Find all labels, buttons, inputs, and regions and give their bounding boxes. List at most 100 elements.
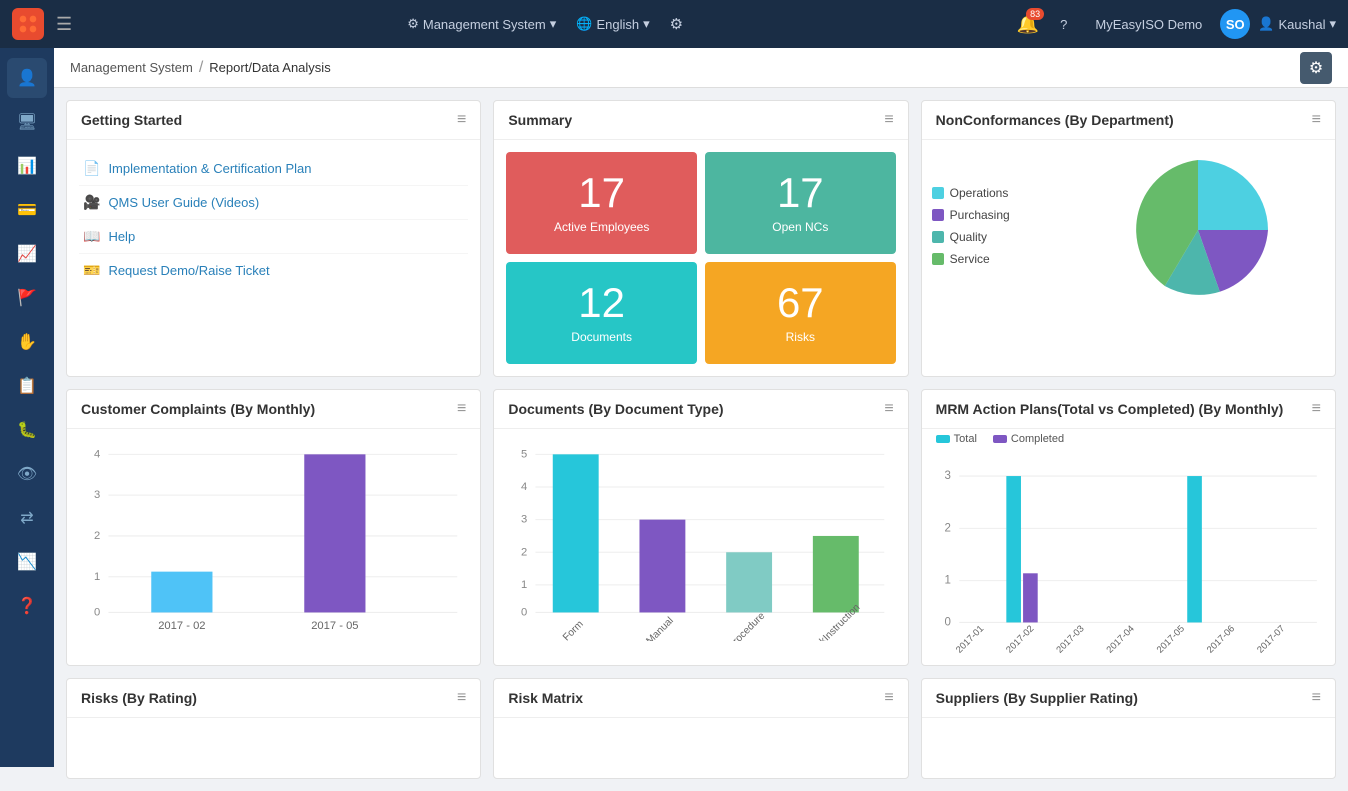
summary-card: Summary ≡ 17 Active Employees 17 Open NC… — [493, 100, 908, 377]
complaints-menu-icon[interactable]: ≡ — [457, 400, 466, 418]
management-system-menu[interactable]: ⚙ Management System ▾ — [397, 16, 566, 32]
network-icon-btn[interactable]: ⚙ — [660, 15, 693, 33]
notifications-button[interactable]: 🔔 83 — [1014, 10, 1042, 38]
svg-text:2017-02: 2017-02 — [1003, 623, 1035, 655]
sidebar-item-trends[interactable]: 📉 — [7, 542, 47, 582]
risk-matrix-body — [494, 718, 907, 778]
nc-pie-chart — [1072, 150, 1325, 310]
sidebar-item-bugs[interactable]: 🐛 — [7, 410, 47, 450]
summary-tile-employees[interactable]: 17 Active Employees — [506, 152, 697, 254]
chevron-down-icon: ▾ — [550, 16, 557, 32]
complaints-chart-svg: 4 3 2 1 0 2017 - 02 2017 - 05 — [75, 437, 472, 641]
nonconformances-menu-icon[interactable]: ≡ — [1312, 111, 1321, 129]
mrm-chart-svg: 3 2 1 0 2017-01 2017-02 2017-03 2017 — [930, 453, 1327, 657]
mrm-title: MRM Action Plans(Total vs Completed) (By… — [936, 401, 1284, 417]
risks-title: Risks (By Rating) — [81, 690, 197, 706]
legend-purchasing: Purchasing — [932, 208, 1062, 222]
summary-body: 17 Active Employees 17 Open NCs 12 Docum… — [494, 140, 907, 376]
globe-icon: 🌐 — [576, 16, 592, 32]
risks-header: Risks (By Rating) ≡ — [67, 679, 480, 718]
sidebar-item-billing[interactable]: 💳 — [7, 190, 47, 230]
summary-tile-risks[interactable]: 67 Risks — [705, 262, 896, 364]
svg-text:0: 0 — [521, 607, 527, 619]
risk-matrix-title: Risk Matrix — [508, 690, 583, 706]
page-settings-button[interactable]: ⚙ — [1300, 52, 1332, 84]
documents-label: Documents — [571, 330, 632, 344]
gs-item-demo[interactable]: 🎫 Request Demo/Raise Ticket — [79, 254, 468, 287]
svg-text:2: 2 — [521, 546, 527, 558]
risks-menu-icon[interactable]: ≡ — [457, 689, 466, 707]
mrm-legend: Total Completed — [922, 429, 1335, 445]
risks-card: Risks (By Rating) ≡ — [66, 678, 481, 779]
top-nav: ☰ ⚙ Management System ▾ 🌐 English ▾ ⚙ 🔔 … — [0, 0, 1348, 48]
svg-text:2: 2 — [944, 522, 950, 534]
employees-count: 17 — [578, 172, 625, 214]
breadcrumb-parent[interactable]: Management System — [70, 60, 193, 75]
sidebar-item-transfer[interactable]: ⇄ — [7, 498, 47, 538]
svg-text:1: 1 — [521, 579, 527, 591]
sidebar-item-profile[interactable]: 👤 — [7, 58, 47, 98]
sidebar-item-flags[interactable]: 🚩 — [7, 278, 47, 318]
app-logo[interactable] — [12, 8, 44, 40]
help-button[interactable]: ? — [1050, 17, 1077, 32]
breadcrumb-current: Report/Data Analysis — [209, 60, 330, 75]
suppliers-header: Suppliers (By Supplier Rating) ≡ — [922, 679, 1335, 718]
legend-total: Total — [936, 433, 977, 445]
pie-svg — [1118, 150, 1278, 310]
sidebar-item-documents[interactable]: 📋 — [7, 366, 47, 406]
svg-text:2017-05: 2017-05 — [1154, 623, 1186, 655]
summary-tile-documents[interactable]: 12 Documents — [506, 262, 697, 364]
nonconformances-title: NonConformances (By Department) — [936, 112, 1174, 128]
video-icon: 🎥 — [83, 194, 100, 211]
legend-service: Service — [932, 252, 1062, 266]
documents-count: 12 — [578, 282, 625, 324]
bar-procedure — [726, 552, 772, 612]
gs-item-help[interactable]: 📖 Help — [79, 220, 468, 254]
complaints-header: Customer Complaints (By Monthly) ≡ — [67, 390, 480, 429]
sidebar-item-visibility[interactable]: 👁 — [7, 454, 47, 494]
language-menu[interactable]: 🌐 English ▾ — [566, 16, 659, 32]
sidebar-item-actions[interactable]: ✋ — [7, 322, 47, 362]
complaints-title: Customer Complaints (By Monthly) — [81, 401, 315, 417]
suppliers-card: Suppliers (By Supplier Rating) ≡ — [921, 678, 1336, 779]
avatar: SO — [1220, 9, 1250, 39]
help-book-icon: 📖 — [83, 228, 100, 245]
menu-icon[interactable]: ☰ — [56, 14, 72, 35]
pie-operations — [1198, 160, 1268, 230]
svg-text:Form: Form — [561, 619, 586, 641]
docs-chart-menu-icon[interactable]: ≡ — [884, 400, 893, 418]
sidebar-item-help[interactable]: ❓ — [7, 586, 47, 626]
ticket-icon: 🎫 — [83, 262, 100, 279]
getting-started-card: Getting Started ≡ 📄 Implementation & Cer… — [66, 100, 481, 377]
suppliers-menu-icon[interactable]: ≡ — [1312, 689, 1321, 707]
document-icon: 📄 — [83, 160, 100, 177]
main-content: Getting Started ≡ 📄 Implementation & Cer… — [54, 88, 1348, 791]
sidebar-item-dashboard[interactable]: 🖥 — [7, 102, 47, 142]
gs-item-videos[interactable]: 🎥 QMS User Guide (Videos) — [79, 186, 468, 220]
mrm-menu-icon[interactable]: ≡ — [1312, 400, 1321, 418]
getting-started-menu-icon[interactable]: ≡ — [457, 111, 466, 129]
bar-form — [553, 454, 599, 612]
sidebar-item-reports[interactable]: 📈 — [7, 234, 47, 274]
nonconformances-card: NonConformances (By Department) ≡ Operat… — [921, 100, 1336, 377]
svg-text:2017-03: 2017-03 — [1053, 623, 1085, 655]
svg-text:4: 4 — [94, 448, 100, 460]
risk-matrix-menu-icon[interactable]: ≡ — [884, 689, 893, 707]
summary-menu-icon[interactable]: ≡ — [884, 111, 893, 129]
summary-tile-openncs[interactable]: 17 Open NCs — [705, 152, 896, 254]
svg-text:2017-04: 2017-04 — [1103, 623, 1135, 655]
suppliers-body — [922, 718, 1335, 778]
svg-text:5: 5 — [521, 448, 527, 460]
sidebar-item-analytics[interactable]: 📊 — [7, 146, 47, 186]
svg-text:1: 1 — [94, 571, 100, 583]
user-menu[interactable]: 👤 Kaushal ▾ — [1258, 16, 1336, 32]
svg-text:Procedure: Procedure — [727, 610, 768, 641]
topnav-center: ⚙ Management System ▾ 🌐 English ▾ ⚙ — [88, 15, 1002, 33]
mrm-chart-area: 3 2 1 0 2017-01 2017-02 2017-03 2017 — [922, 445, 1335, 665]
gs-item-implementation[interactable]: 📄 Implementation & Certification Plan — [79, 152, 468, 186]
employees-label: Active Employees — [554, 220, 649, 234]
documents-chart-card: Documents (By Document Type) ≡ 5 4 3 2 1… — [493, 389, 908, 666]
svg-text:Manual: Manual — [645, 615, 676, 641]
svg-text:2017 - 02: 2017 - 02 — [158, 620, 205, 632]
quality-dot — [932, 231, 944, 243]
